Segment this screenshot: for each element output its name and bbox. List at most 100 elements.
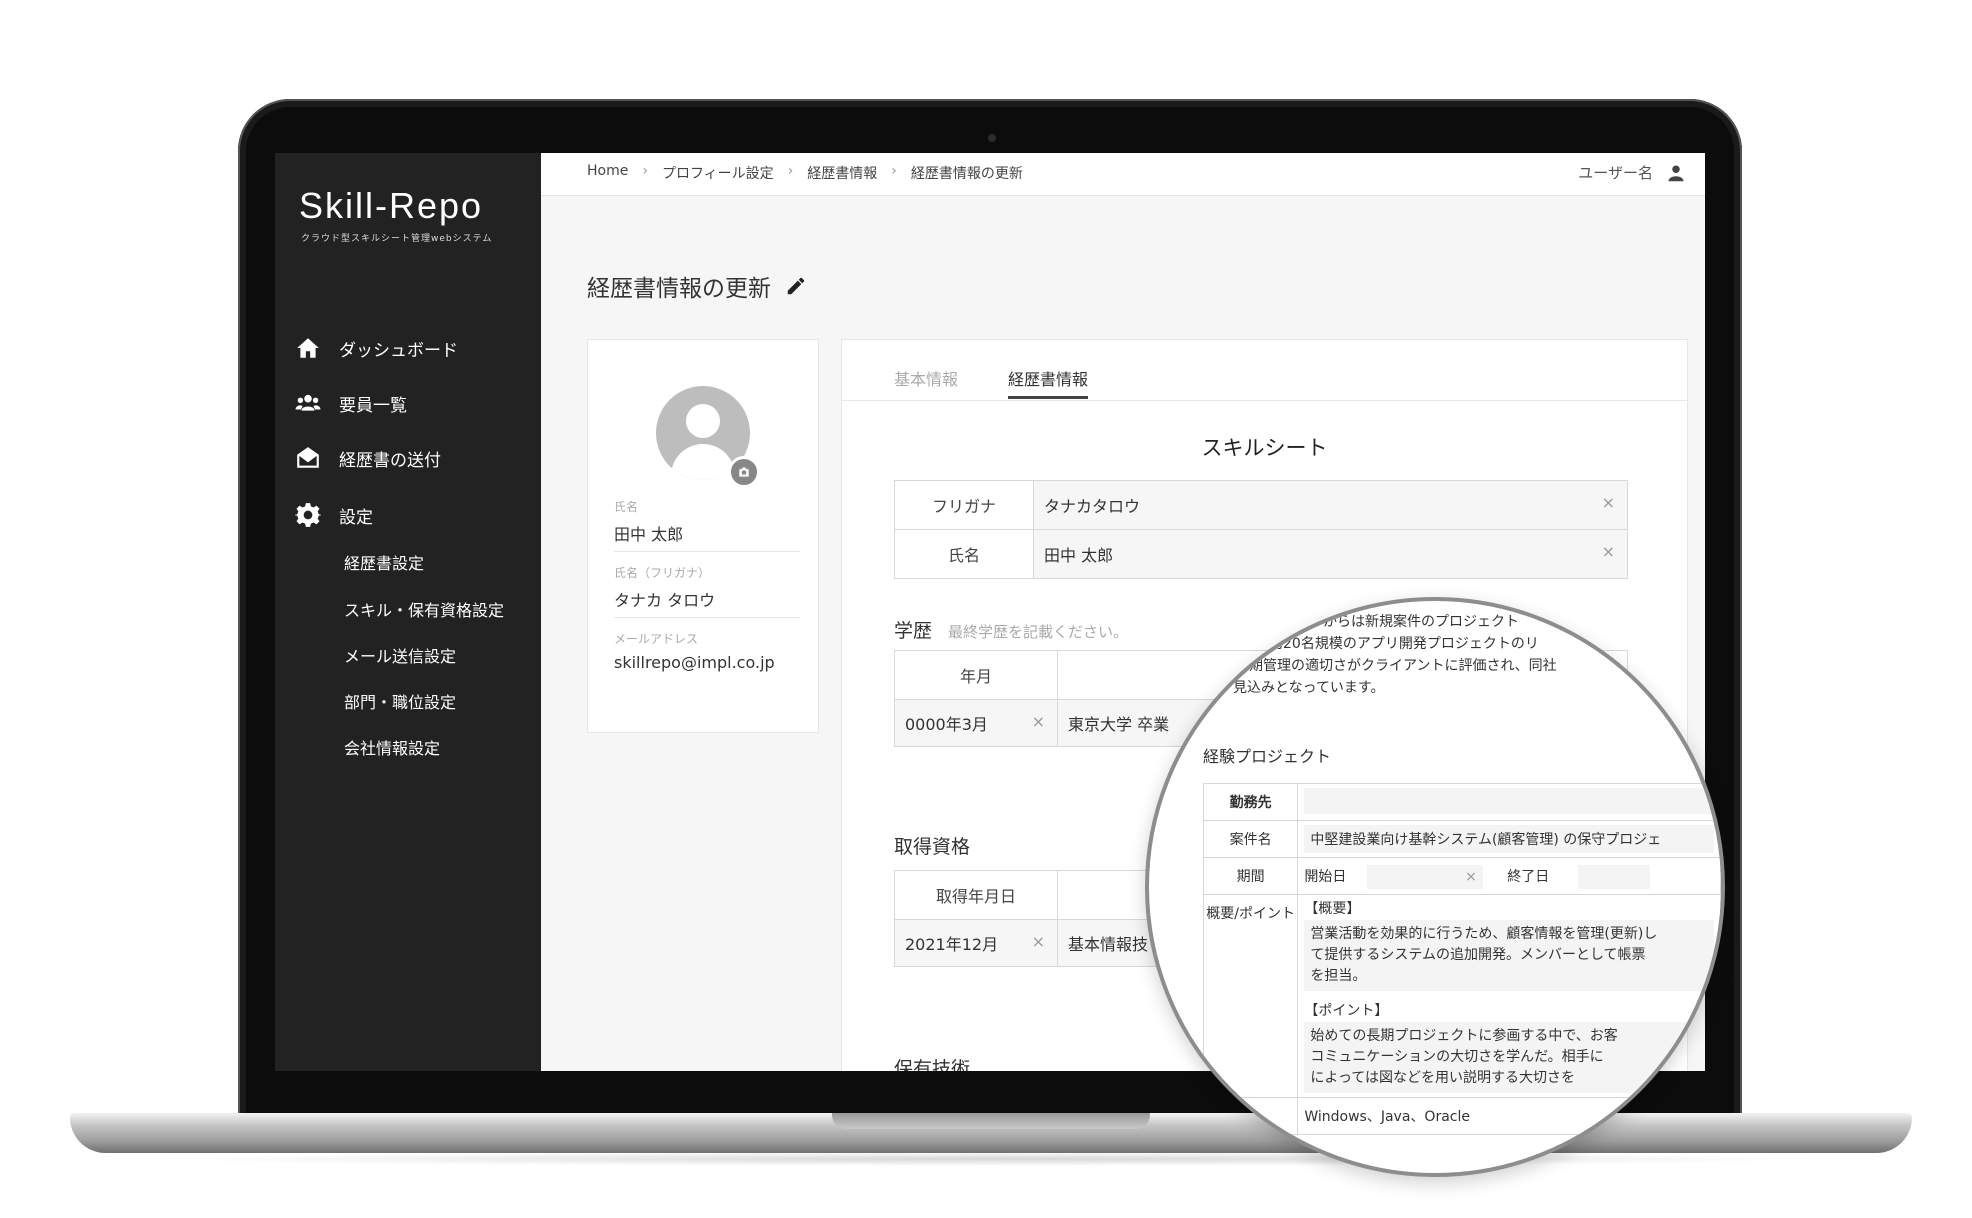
users-icon (295, 394, 321, 411)
sidebar-subitem-department-settings[interactable]: 部門・職位設定 (344, 689, 456, 713)
education-date-input[interactable]: 0000年3月 × (894, 699, 1058, 747)
tech-input[interactable]: Windows、Java、Oracle (1297, 1097, 1721, 1135)
case-label: 案件名 (1202, 820, 1299, 858)
name-value: 田中 太郎 (1044, 546, 1114, 565)
education-col-header: 年月 (894, 650, 1058, 700)
page-title-text: 経歴書情報の更新 (587, 276, 771, 302)
zoom-magnifier: からは新規案件のプロジェクト 約20名規模のアプリ開発プロジェクトのリ 期管理の… (1145, 597, 1725, 1177)
sidebar-subitem-resume-settings[interactable]: 経歴書設定 (344, 550, 424, 574)
profile-email-field: メールアドレス skillrepo@impl.co.jp (614, 630, 800, 678)
sidebar-item-label: 要員一覧 (339, 395, 407, 416)
clear-icon[interactable]: × (1602, 493, 1615, 512)
tab-bar: 基本情報 経歴書情報 (842, 340, 1687, 401)
app-logo[interactable]: Skill-Repo (299, 185, 483, 227)
skill-sheet-title: スキルシート (1201, 436, 1328, 460)
profile-email-value: skillrepo@impl.co.jp (614, 653, 775, 672)
tab-basic-info[interactable]: 基本情報 (894, 366, 958, 390)
point-heading: 【ポイント】 (1304, 1003, 1389, 1019)
breadcrumb-resume[interactable]: 経歴書情報 (807, 163, 877, 183)
user-menu[interactable]: ユーザー名 (1578, 162, 1685, 183)
profile-name-field: 氏名 田中 太郎 (614, 498, 800, 552)
point-text-line: によっては図などを用い説明する大切さを (1310, 1070, 1575, 1086)
breadcrumb-separator-icon: › (642, 163, 648, 179)
point-text-box: 始めての長期プロジェクトに参画する中で、お客 コミュニケーションの大切さを学んだ… (1304, 1022, 1714, 1093)
sidebar-subitem-mail-settings[interactable]: メール送信設定 (344, 643, 456, 667)
education-title: 学歴 (894, 620, 933, 642)
period-inputs: 開始日 × 終了日 (1297, 857, 1721, 895)
qualification-date-input[interactable]: 2021年12月 × (894, 919, 1058, 967)
company-input[interactable] (1297, 783, 1721, 821)
case-input[interactable]: 中堅建設業向け基幹システム(顧客管理) の保守プロジェ (1297, 820, 1721, 858)
camera-dot (988, 134, 996, 142)
profile-kana-field: 氏名（フリガナ） タナカ タロウ (614, 564, 800, 618)
magnified-text-line: 見込みとなっています。 (1233, 680, 1385, 696)
camera-icon[interactable] (728, 456, 760, 488)
tech-value: Windows、Java、Oracle (1304, 1109, 1470, 1125)
sidebar-item-dashboard[interactable]: ダッシュボード (295, 335, 458, 361)
breadcrumb: Home › プロフィール設定 › 経歴書情報 › 経歴書情報の更新 (587, 163, 1023, 183)
sidebar-subitem-skill-settings[interactable]: スキル・保有資格設定 (344, 597, 504, 621)
mail-icon (297, 447, 319, 468)
breadcrumb-separator-icon: › (891, 163, 897, 179)
period-start-label: 開始日 (1304, 869, 1347, 885)
name-input[interactable]: 田中 太郎 × (1033, 529, 1628, 579)
period-label: 期間 (1202, 857, 1299, 895)
sidebar-subitem-company-settings[interactable]: 会社情報設定 (344, 735, 440, 759)
tech-label (1202, 1097, 1299, 1135)
profile-email-label: メールアドレス (614, 632, 699, 646)
summary-text-line: 営業活動を効果的に行うため、顧客情報を管理(更新)し (1310, 926, 1658, 942)
point-text-line: コミュニケーションの大切さを学んだ。相手に (1310, 1049, 1604, 1065)
sidebar-item-members[interactable]: 要員一覧 (295, 390, 407, 416)
gear-icon (295, 503, 321, 527)
summary-text-line: を担当。 (1310, 968, 1367, 984)
profile-kana-label: 氏名（フリガナ） (614, 566, 711, 580)
profile-kana-value: タナカ タロウ (614, 591, 716, 610)
magnified-text-line: 期管理の適切さがクライアントに評価され、同社 (1249, 658, 1557, 674)
project-section-title: 経験プロジェクト (1203, 747, 1332, 766)
sidebar-item-send-resume[interactable]: 経歴書の送付 (295, 445, 441, 471)
clear-icon[interactable]: × (1032, 932, 1045, 951)
top-bar: Home › プロフィール設定 › 経歴書情報 › 経歴書情報の更新 ユーザー名 (541, 153, 1705, 196)
education-section-title: 学歴 最終学歴を記載ください。 (894, 616, 1128, 643)
pencil-icon[interactable] (785, 275, 807, 297)
qualification-col-header: 取得年月日 (894, 870, 1058, 920)
qualification-value: 基本情報技 (1068, 935, 1149, 954)
furigana-input[interactable]: タナカタロウ × (1033, 480, 1628, 530)
breadcrumb-current: 経歴書情報の更新 (910, 166, 1023, 182)
laptop-notch (832, 1113, 1150, 1129)
furigana-label: フリガナ (894, 480, 1034, 530)
qualification-section-title: 取得資格 (894, 836, 971, 858)
period-start-input[interactable]: × (1366, 865, 1483, 889)
sidebar-item-settings[interactable]: 設定 (295, 502, 373, 528)
breadcrumb-home[interactable]: Home (587, 163, 628, 183)
summary-text-box: 営業活動を効果的に行うため、顧客情報を管理(更新)し て提供するシステムの追加開… (1304, 920, 1714, 991)
breadcrumb-profile[interactable]: プロフィール設定 (662, 163, 774, 183)
breadcrumb-separator-icon: › (787, 163, 794, 179)
summary-heading: 【概要】 (1304, 901, 1361, 917)
summary-input[interactable]: 【概要】 営業活動を効果的に行うため、顧客情報を管理(更新)し て提供するシステ… (1297, 894, 1721, 1098)
company-label: 勤務先 (1202, 783, 1299, 821)
project-table: 勤務先 案件名 中堅建設業向け基幹システム(顧客管理) の保守プロジェ 期間 開… (1202, 783, 1721, 1135)
sidebar-item-label: 設定 (339, 507, 373, 528)
sidebar: Skill-Repo クラウド型スキルシート管理webシステム ダッシュボード … (275, 153, 541, 1071)
profile-card: 氏名 田中 太郎 氏名（フリガナ） タナカ タロウ メールアドレス skillr… (587, 339, 819, 733)
clear-icon[interactable]: × (1602, 542, 1615, 561)
period-end-input[interactable] (1577, 865, 1650, 889)
profile-name-value: 田中 太郎 (614, 525, 684, 544)
summary-text-line: て提供するシステムの追加開発。メンバーとして帳票 (1310, 947, 1646, 963)
app-logo-subtitle: クラウド型スキルシート管理webシステム (301, 234, 493, 244)
skills-section-title: 保有技術 (894, 1058, 971, 1071)
case-value: 中堅建設業向け基幹システム(顧客管理) の保守プロジェ (1304, 825, 1714, 853)
profile-name-label: 氏名 (614, 500, 639, 514)
summary-label: 概要/ポイント (1202, 894, 1299, 1098)
tab-resume-info[interactable]: 経歴書情報 (1008, 366, 1089, 399)
name-table: フリガナ タナカタロウ × 氏名 田中 太郎 × (894, 480, 1628, 579)
qualification-date-value: 2021年12月 (905, 935, 999, 954)
clear-icon[interactable]: × (1465, 869, 1477, 885)
user-icon (1668, 165, 1684, 181)
magnified-text-line: からは新規案件のプロジェクト (1323, 614, 1519, 630)
furigana-value: タナカタロウ (1044, 497, 1141, 516)
home-icon (297, 338, 319, 358)
clear-icon[interactable]: × (1032, 712, 1045, 731)
page-title: 経歴書情報の更新 (587, 269, 807, 303)
